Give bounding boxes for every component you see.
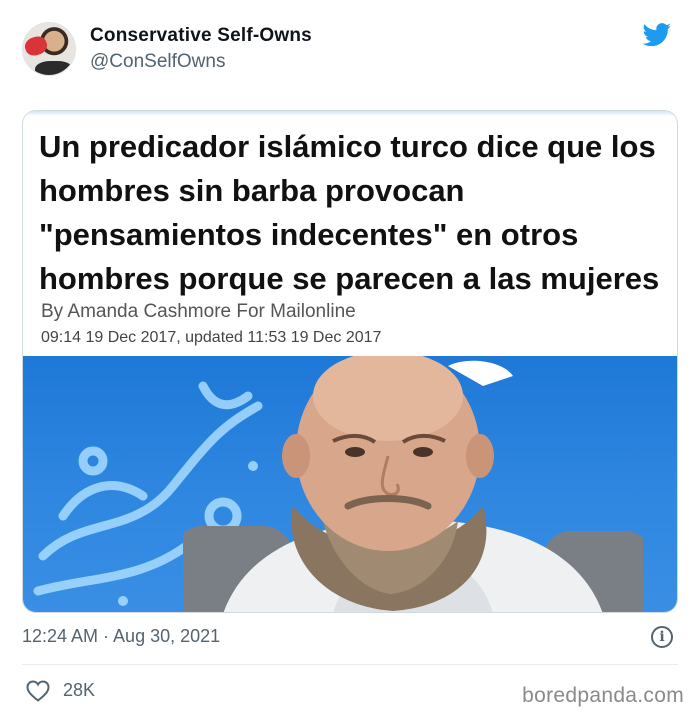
preacher-figure: [183, 356, 643, 612]
author-avatar[interactable]: [22, 22, 76, 76]
avatar-shirt: [35, 61, 73, 75]
twitter-bird-icon[interactable]: [642, 23, 672, 47]
boxing-glove-icon: [23, 33, 50, 59]
tweet-card: Conservative Self-Owns @ConSelfOwns Un p…: [0, 0, 700, 718]
author-handle[interactable]: @ConSelfOwns: [90, 51, 225, 73]
tweet-timestamp[interactable]: 12:24 AM · Aug 30, 2021: [22, 626, 220, 647]
embedded-image[interactable]: Un predicador islámico turco dice que lo…: [22, 110, 678, 613]
heart-icon[interactable]: [26, 680, 50, 702]
article-byline: By Amanda Cashmore For Mailonline: [41, 301, 356, 322]
article-photo: [23, 356, 677, 612]
card-top-border: [23, 111, 677, 116]
article-headline: Un predicador islámico turco dice que lo…: [39, 129, 660, 296]
footer-divider: [22, 664, 678, 665]
like-count[interactable]: 28K: [63, 680, 95, 701]
watermark: boredpanda.com: [522, 684, 684, 707]
author-name[interactable]: Conservative Self-Owns: [90, 25, 312, 47]
article-dateline: 09:14 19 Dec 2017, updated 11:53 19 Dec …: [41, 329, 382, 346]
tweet-header: Conservative Self-Owns @ConSelfOwns: [22, 20, 678, 80]
info-icon[interactable]: i: [651, 626, 673, 648]
